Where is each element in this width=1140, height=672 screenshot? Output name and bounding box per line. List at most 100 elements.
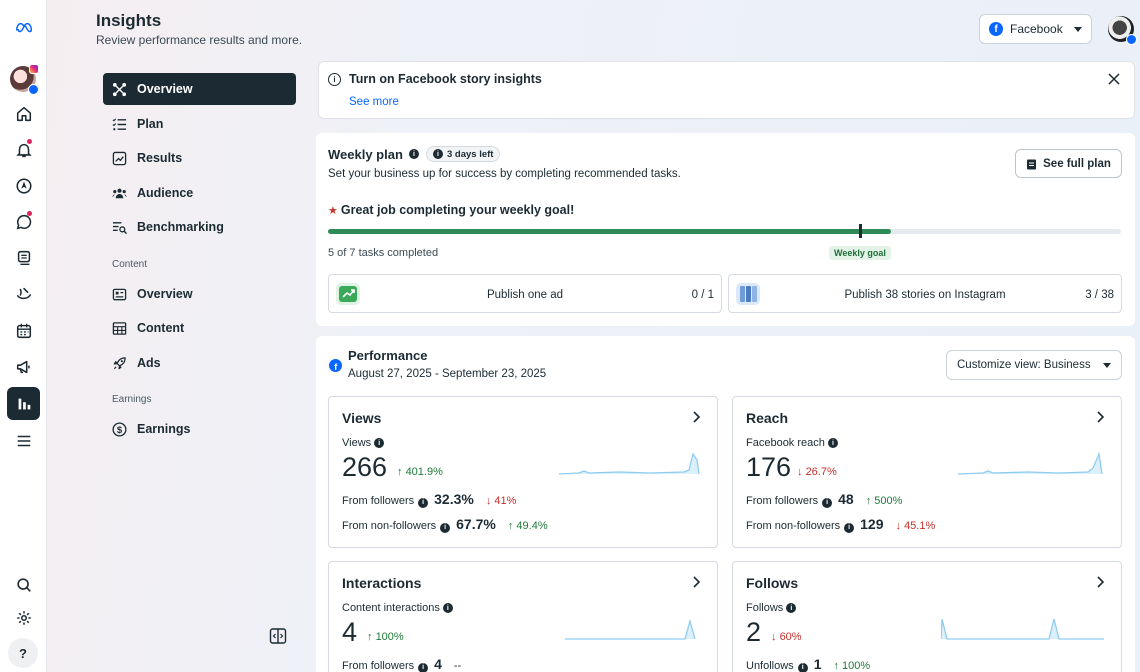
nav-section-earnings: Earnings <box>112 394 152 405</box>
chevron-right-icon[interactable] <box>691 411 701 423</box>
metric-value: 4 <box>342 617 358 647</box>
messages-icon[interactable] <box>7 205 40 238</box>
row-delta: ↑ 49.4% <box>507 520 548 532</box>
views-card[interactable]: Views Views i 266 ↑ 401.9% From follower… <box>328 396 718 548</box>
meta-logo-icon[interactable] <box>7 10 40 43</box>
search-icon[interactable] <box>7 568 40 601</box>
megaphone-icon[interactable] <box>7 350 40 383</box>
performance-title: Performance <box>348 348 428 363</box>
nav-label: Plan <box>137 117 164 131</box>
interactions-card[interactable]: Interactions Content interactions i 4 ↑ … <box>328 561 718 672</box>
home-icon[interactable] <box>7 97 40 130</box>
caret-down-icon <box>1074 26 1082 32</box>
row-label: Unfollows <box>746 660 794 672</box>
customize-label: Customize view: Business <box>957 359 1091 371</box>
task-publish-stories[interactable]: Publish 38 stories on Instagram 3 / 38 <box>728 274 1122 313</box>
nav-item-audience[interactable]: Audience <box>103 177 296 209</box>
info-icon[interactable]: i <box>409 149 419 159</box>
metric-label-text: Content interactions <box>342 602 440 614</box>
info-icon[interactable]: i <box>844 522 855 533</box>
info-icon[interactable]: i <box>418 662 429 672</box>
nav-item-overview[interactable]: Overview <box>103 73 296 105</box>
reach-card[interactable]: Reach Facebook reach i 176 ↓ 26.7% From … <box>732 396 1122 548</box>
metric-label: Follows i <box>746 602 797 614</box>
help-icon[interactable]: ? <box>8 638 38 668</box>
metric-delta: ↑ 100% <box>367 631 404 643</box>
reach-sparkline <box>958 452 1103 475</box>
metric-delta: ↓ 26.7% <box>797 466 837 478</box>
weekly-goal-label: Weekly goal <box>829 246 891 260</box>
interactions-sparkline <box>565 618 696 640</box>
calendar-icon[interactable] <box>7 314 40 347</box>
chevron-right-icon[interactable] <box>691 576 701 588</box>
nav-item-content[interactable]: Content <box>103 312 296 344</box>
nav-section-content: Content <box>112 259 148 270</box>
nav-label: Content <box>137 321 185 335</box>
page-subtitle: Review performance results and more. <box>96 33 303 47</box>
metric-delta: ↑ 401.9% <box>397 466 443 478</box>
insights-icon[interactable] <box>7 387 40 420</box>
metric-delta-value: 60% <box>779 631 802 643</box>
nav-item-earnings[interactable]: $ Earnings <box>103 413 296 445</box>
info-icon[interactable]: i <box>440 522 451 533</box>
metric-label: Facebook reach i <box>746 437 838 449</box>
button-label: See full plan <box>1043 157 1111 170</box>
metric-delta-value: 100% <box>375 631 404 643</box>
customize-view-dropdown[interactable]: Customize view: Business <box>946 350 1122 380</box>
nav-item-benchmarking[interactable]: Benchmarking <box>103 211 296 243</box>
info-icon[interactable]: i <box>797 662 808 672</box>
row-delta: -- <box>453 660 462 672</box>
metric-value: 266 <box>342 452 388 482</box>
chevron-right-icon[interactable] <box>1095 576 1105 588</box>
activity-icon[interactable] <box>7 277 40 310</box>
profile-avatar[interactable] <box>1108 16 1137 45</box>
facebook-icon: f <box>329 359 342 372</box>
account-avatar[interactable] <box>10 64 39 95</box>
info-icon[interactable]: i <box>827 438 838 449</box>
weekly-plan-title: Weekly plan <box>328 147 403 162</box>
notifications-bell-icon[interactable] <box>7 133 40 166</box>
task-label: Publish one ad <box>486 289 564 301</box>
nav-item-plan[interactable]: Plan <box>103 108 296 140</box>
info-icon: i <box>433 149 443 159</box>
metric-label-text: Views <box>342 437 372 449</box>
plan-icon <box>112 117 127 130</box>
nav-item-content-overview[interactable]: Overview <box>103 278 296 310</box>
settings-gear-icon[interactable] <box>7 601 40 634</box>
menu-icon[interactable] <box>7 424 40 457</box>
see-full-plan-button[interactable]: See full plan <box>1015 149 1122 178</box>
weekly-progress-bar <box>328 224 1121 238</box>
row-delta: ↑ 500% <box>865 495 903 507</box>
platform-dropdown[interactable]: f Facebook <box>979 14 1092 44</box>
svg-text:$: $ <box>117 424 123 434</box>
metric-delta-value: 401.9% <box>405 466 443 478</box>
info-icon[interactable]: i <box>822 497 833 508</box>
compass-icon[interactable] <box>7 169 40 202</box>
facebook-badge-icon <box>1126 34 1137 45</box>
nav-item-results[interactable]: Results <box>103 142 296 174</box>
tasks-completed: 5 of 7 tasks completed <box>328 247 439 259</box>
info-icon[interactable]: i <box>786 603 797 614</box>
close-icon[interactable] <box>1108 73 1120 85</box>
date-range: August 27, 2025 - September 23, 2025 <box>348 368 547 380</box>
follows-card[interactable]: Follows Follows i 2 ↓ 60% Unfollows i 1 ↑… <box>732 561 1122 672</box>
nav-label: Ads <box>137 356 161 370</box>
info-icon[interactable]: i <box>374 438 385 449</box>
chevron-right-icon[interactable] <box>1095 411 1105 423</box>
follows-sparkline <box>941 618 1104 640</box>
row-delta: ↓ 41% <box>485 495 517 507</box>
row-value: 129 <box>860 516 884 532</box>
info-icon[interactable]: i <box>442 603 453 614</box>
info-icon[interactable]: i <box>418 497 429 508</box>
metric-label-text: Facebook reach <box>746 437 825 449</box>
nav-item-ads[interactable]: Ads <box>103 347 296 379</box>
row-delta-value: 45.1% <box>904 520 936 532</box>
posts-icon[interactable] <box>7 241 40 274</box>
left-rail: ? <box>0 0 47 672</box>
see-more-link[interactable]: See more <box>349 96 399 108</box>
task-publish-ad[interactable]: Publish one ad 0 / 1 <box>328 274 722 313</box>
metric-label: Views i <box>342 437 385 449</box>
ads-rocket-icon <box>113 356 126 369</box>
collapse-sidebar-icon[interactable] <box>269 627 287 645</box>
weekly-plan-subtitle: Set your business up for success by comp… <box>328 168 681 180</box>
